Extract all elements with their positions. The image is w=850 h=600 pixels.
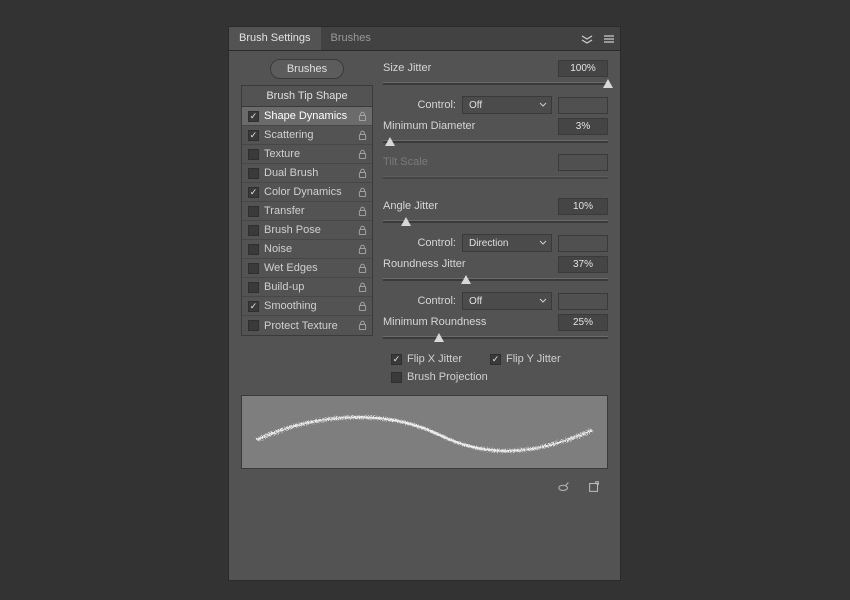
option-label: Transfer — [264, 205, 351, 217]
tab-bar: Brush Settings Brushes — [229, 27, 620, 51]
tab-brushes[interactable]: Brushes — [321, 27, 381, 50]
lock-icon[interactable] — [356, 111, 368, 122]
roundness-jitter-label: Roundness Jitter — [383, 258, 552, 270]
checkbox[interactable] — [248, 111, 259, 122]
lock-icon[interactable] — [356, 320, 368, 331]
panel-footer — [241, 475, 608, 495]
option-label: Build-up — [264, 281, 351, 293]
flip-x-label: Flip X Jitter — [407, 353, 462, 365]
brushes-button[interactable]: Brushes — [270, 59, 344, 79]
checkbox[interactable] — [248, 168, 259, 179]
option-protect-texture[interactable]: Protect Texture — [242, 316, 372, 335]
angle-control-value[interactable] — [558, 235, 608, 252]
tilt-scale-value — [558, 154, 608, 171]
angle-jitter-slider[interactable] — [383, 217, 608, 231]
lock-icon[interactable] — [356, 149, 368, 160]
checkbox[interactable] — [248, 206, 259, 217]
new-preset-icon[interactable] — [586, 479, 602, 495]
shape-dynamics-controls: Size Jitter 100% Control: Off Minimum Di… — [383, 59, 608, 383]
option-label: Smoothing — [264, 300, 351, 312]
min-diameter-value[interactable]: 3% — [558, 118, 608, 135]
option-dual-brush[interactable]: Dual Brush — [242, 164, 372, 183]
option-label: Texture — [264, 148, 351, 160]
option-brush-pose[interactable]: Brush Pose — [242, 221, 372, 240]
option-texture[interactable]: Texture — [242, 145, 372, 164]
angle-control-dropdown[interactable]: Direction — [462, 234, 552, 252]
lock-icon[interactable] — [356, 206, 368, 217]
lock-icon[interactable] — [356, 130, 368, 141]
size-jitter-value[interactable]: 100% — [558, 60, 608, 77]
roundness-control-value[interactable] — [558, 293, 608, 310]
checkbox[interactable] — [248, 187, 259, 198]
brush-projection-checkbox[interactable]: Brush Projection — [391, 371, 488, 383]
size-control-value[interactable] — [558, 97, 608, 114]
lock-icon[interactable] — [356, 168, 368, 179]
brush-settings-panel: Brush Settings Brushes Brushes Brush Tip… — [228, 26, 621, 581]
checkbox[interactable] — [248, 301, 259, 312]
roundness-jitter-value[interactable]: 37% — [558, 256, 608, 273]
tab-brush-settings[interactable]: Brush Settings — [229, 27, 321, 50]
option-smoothing[interactable]: Smoothing — [242, 297, 372, 316]
checkbox[interactable] — [248, 244, 259, 255]
panel-menu-icon[interactable] — [598, 27, 620, 50]
checkbox[interactable] — [248, 149, 259, 160]
flip-y-label: Flip Y Jitter — [506, 353, 561, 365]
lock-icon[interactable] — [356, 282, 368, 293]
option-color-dynamics[interactable]: Color Dynamics — [242, 183, 372, 202]
option-transfer[interactable]: Transfer — [242, 202, 372, 221]
option-label: Dual Brush — [264, 167, 351, 179]
control-label: Control: — [417, 99, 456, 111]
option-label: Shape Dynamics — [264, 110, 351, 122]
option-label: Wet Edges — [264, 262, 351, 274]
lock-icon[interactable] — [356, 263, 368, 274]
option-label: Noise — [264, 243, 351, 255]
lock-icon[interactable] — [356, 301, 368, 312]
brush-preview — [241, 395, 608, 469]
checkbox[interactable] — [248, 225, 259, 236]
checkbox[interactable] — [248, 130, 259, 141]
min-diameter-slider[interactable] — [383, 137, 608, 151]
checkbox[interactable] — [248, 282, 259, 293]
angle-jitter-label: Angle Jitter — [383, 200, 552, 212]
option-scattering[interactable]: Scattering — [242, 126, 372, 145]
roundness-control-dropdown[interactable]: Off — [462, 292, 552, 310]
flip-x-jitter-checkbox[interactable]: Flip X Jitter — [391, 353, 462, 365]
toggle-preview-icon[interactable] — [556, 479, 572, 495]
min-roundness-slider[interactable] — [383, 333, 608, 347]
option-label: Scattering — [264, 129, 351, 141]
brush-projection-label: Brush Projection — [407, 371, 488, 383]
tilt-scale-slider — [383, 173, 608, 187]
lock-icon[interactable] — [356, 244, 368, 255]
option-noise[interactable]: Noise — [242, 240, 372, 259]
option-label: Color Dynamics — [264, 186, 351, 198]
collapse-icon[interactable] — [576, 27, 598, 50]
brush-tip-shape-header[interactable]: Brush Tip Shape — [242, 86, 372, 107]
option-build-up[interactable]: Build-up — [242, 278, 372, 297]
brush-options-list: Brush Tip Shape Shape Dynamics Scattering… — [241, 85, 373, 336]
roundness-jitter-slider[interactable] — [383, 275, 608, 289]
size-control-dropdown[interactable]: Off — [462, 96, 552, 114]
checkbox[interactable] — [248, 320, 259, 331]
option-wet-edges[interactable]: Wet Edges — [242, 259, 372, 278]
flip-y-jitter-checkbox[interactable]: Flip Y Jitter — [490, 353, 561, 365]
option-label: Brush Pose — [264, 224, 351, 236]
option-label: Protect Texture — [264, 320, 351, 332]
option-shape-dynamics[interactable]: Shape Dynamics — [242, 107, 372, 126]
angle-jitter-value[interactable]: 10% — [558, 198, 608, 215]
lock-icon[interactable] — [356, 225, 368, 236]
control-label: Control: — [417, 295, 456, 307]
min-roundness-label: Minimum Roundness — [383, 316, 552, 328]
min-diameter-label: Minimum Diameter — [383, 120, 552, 132]
min-roundness-value[interactable]: 25% — [558, 314, 608, 331]
size-jitter-slider[interactable] — [383, 79, 608, 93]
size-jitter-label: Size Jitter — [383, 62, 552, 74]
tilt-scale-label: Tilt Scale — [383, 156, 552, 168]
lock-icon[interactable] — [356, 187, 368, 198]
control-label: Control: — [417, 237, 456, 249]
checkbox[interactable] — [248, 263, 259, 274]
